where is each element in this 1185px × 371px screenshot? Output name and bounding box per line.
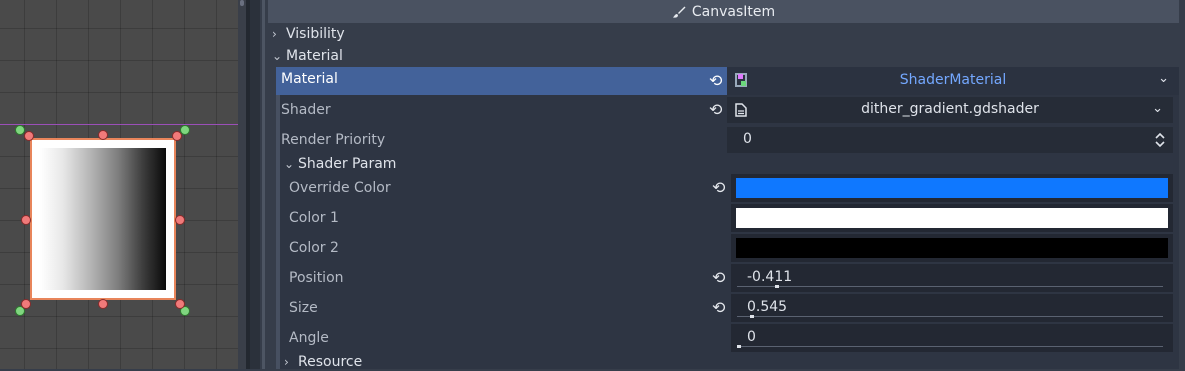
- chevron-right-icon: ›: [272, 27, 277, 41]
- up-down-arrows-icon[interactable]: [1155, 132, 1165, 148]
- inspector-panel: CanvasItem › Visibility ⌄ Material Mater…: [268, 0, 1185, 371]
- reload-icon[interactable]: ⟲: [712, 178, 725, 197]
- resize-handle-top-left[interactable]: [24, 131, 34, 141]
- color-2-label: Color 2: [289, 240, 339, 256]
- property-size: Size: [289, 299, 318, 317]
- position-slider[interactable]: -0.411: [731, 264, 1173, 292]
- position-track: [737, 286, 1163, 287]
- resize-handle-bottom-left[interactable]: [21, 299, 31, 309]
- size-value: 0.545: [747, 299, 788, 315]
- size-label: Size: [289, 300, 318, 316]
- resize-handle-bottom[interactable]: [98, 299, 108, 309]
- angle-value: 0: [747, 329, 756, 345]
- section-title: CanvasItem: [691, 3, 776, 20]
- group-resource[interactable]: › Resource: [284, 353, 362, 371]
- inspector-scrollbar[interactable]: [262, 0, 265, 369]
- property-color-1: Color 1: [289, 209, 339, 227]
- resize-handle-bottom-right[interactable]: [175, 299, 185, 309]
- shader-resource-picker[interactable]: dither_gradient.gdshader ⌄: [727, 97, 1173, 123]
- group-visibility[interactable]: › Visibility: [272, 25, 345, 43]
- position-value: -0.411: [747, 269, 793, 285]
- resize-handle-top-right[interactable]: [172, 131, 182, 141]
- property-shader-label: Shader: [281, 102, 331, 118]
- property-render-priority-label: Render Priority: [281, 132, 386, 148]
- size-slider[interactable]: 0.545: [731, 294, 1173, 322]
- color-1-label: Color 1: [289, 210, 339, 226]
- shader-value: dither_gradient.gdshader: [861, 101, 1039, 117]
- property-render-priority: Render Priority: [281, 131, 385, 149]
- property-position: Position: [289, 269, 344, 287]
- reload-icon[interactable]: ⟲: [712, 268, 725, 287]
- property-override-color: Override Color: [289, 179, 391, 197]
- paint-brush-icon: [672, 6, 686, 18]
- override-color-picker-frame: [731, 174, 1173, 202]
- color-2-picker-frame: [731, 234, 1173, 262]
- property-angle: Angle: [289, 329, 329, 347]
- color-1-swatch[interactable]: [736, 208, 1168, 228]
- group-material-label: Material: [286, 48, 343, 64]
- chevron-right-icon: ›: [284, 355, 289, 369]
- chevron-down-icon: ⌄: [284, 157, 295, 171]
- resize-handle-left[interactable]: [21, 215, 31, 225]
- group-shader-param-label: Shader Param: [298, 156, 397, 172]
- chevron-down-icon[interactable]: ⌄: [1152, 101, 1163, 116]
- group-material[interactable]: ⌄ Material: [272, 47, 343, 65]
- section-header-canvasitem[interactable]: CanvasItem: [268, 0, 1179, 23]
- override-color-label: Override Color: [289, 180, 391, 196]
- reload-icon[interactable]: ⟲: [709, 100, 722, 119]
- angle-grabber[interactable]: [737, 345, 741, 348]
- color-2-swatch[interactable]: [736, 238, 1168, 258]
- chevron-down-icon[interactable]: ⌄: [1158, 71, 1169, 86]
- subinspector-rail: [276, 95, 280, 369]
- canvas-viewport[interactable]: [0, 0, 246, 369]
- resize-handle-right[interactable]: [175, 215, 185, 225]
- guide-line: [0, 124, 246, 125]
- render-priority-value: 0: [743, 131, 752, 147]
- group-resource-label: Resource: [298, 354, 363, 370]
- chevron-down-icon: ⌄: [272, 49, 283, 63]
- selected-sprite[interactable]: [30, 138, 176, 300]
- reload-icon[interactable]: ⟲: [712, 298, 725, 317]
- inspector-gutter: [250, 0, 260, 369]
- angle-slider[interactable]: 0: [731, 324, 1173, 352]
- position-grabber[interactable]: [774, 285, 779, 288]
- color-1-picker-frame: [731, 204, 1173, 232]
- material-value: ShaderMaterial: [899, 72, 1007, 88]
- size-track: [737, 316, 1163, 317]
- property-shader: Shader: [281, 101, 331, 119]
- override-color-swatch[interactable]: [736, 178, 1168, 198]
- property-color-2: Color 2: [289, 239, 339, 257]
- reload-icon[interactable]: ⟲: [709, 71, 722, 90]
- angle-track: [737, 346, 1163, 347]
- resize-handle-top[interactable]: [98, 130, 108, 140]
- dither-gradient-preview: [40, 148, 166, 290]
- position-label: Position: [289, 270, 344, 286]
- size-grabber[interactable]: [749, 315, 754, 318]
- render-priority-spinbox[interactable]: 0: [727, 127, 1173, 153]
- property-material-label: Material: [281, 71, 338, 87]
- material-resource-picker[interactable]: ShaderMaterial ⌄: [727, 67, 1179, 95]
- angle-label: Angle: [289, 330, 329, 346]
- viewport-scrollbar[interactable]: [238, 0, 246, 369]
- property-material[interactable]: Material ⟲ ShaderMaterial ⌄: [276, 67, 1179, 95]
- group-shader-param[interactable]: ⌄ Shader Param: [284, 155, 396, 173]
- group-visibility-label: Visibility: [286, 26, 345, 42]
